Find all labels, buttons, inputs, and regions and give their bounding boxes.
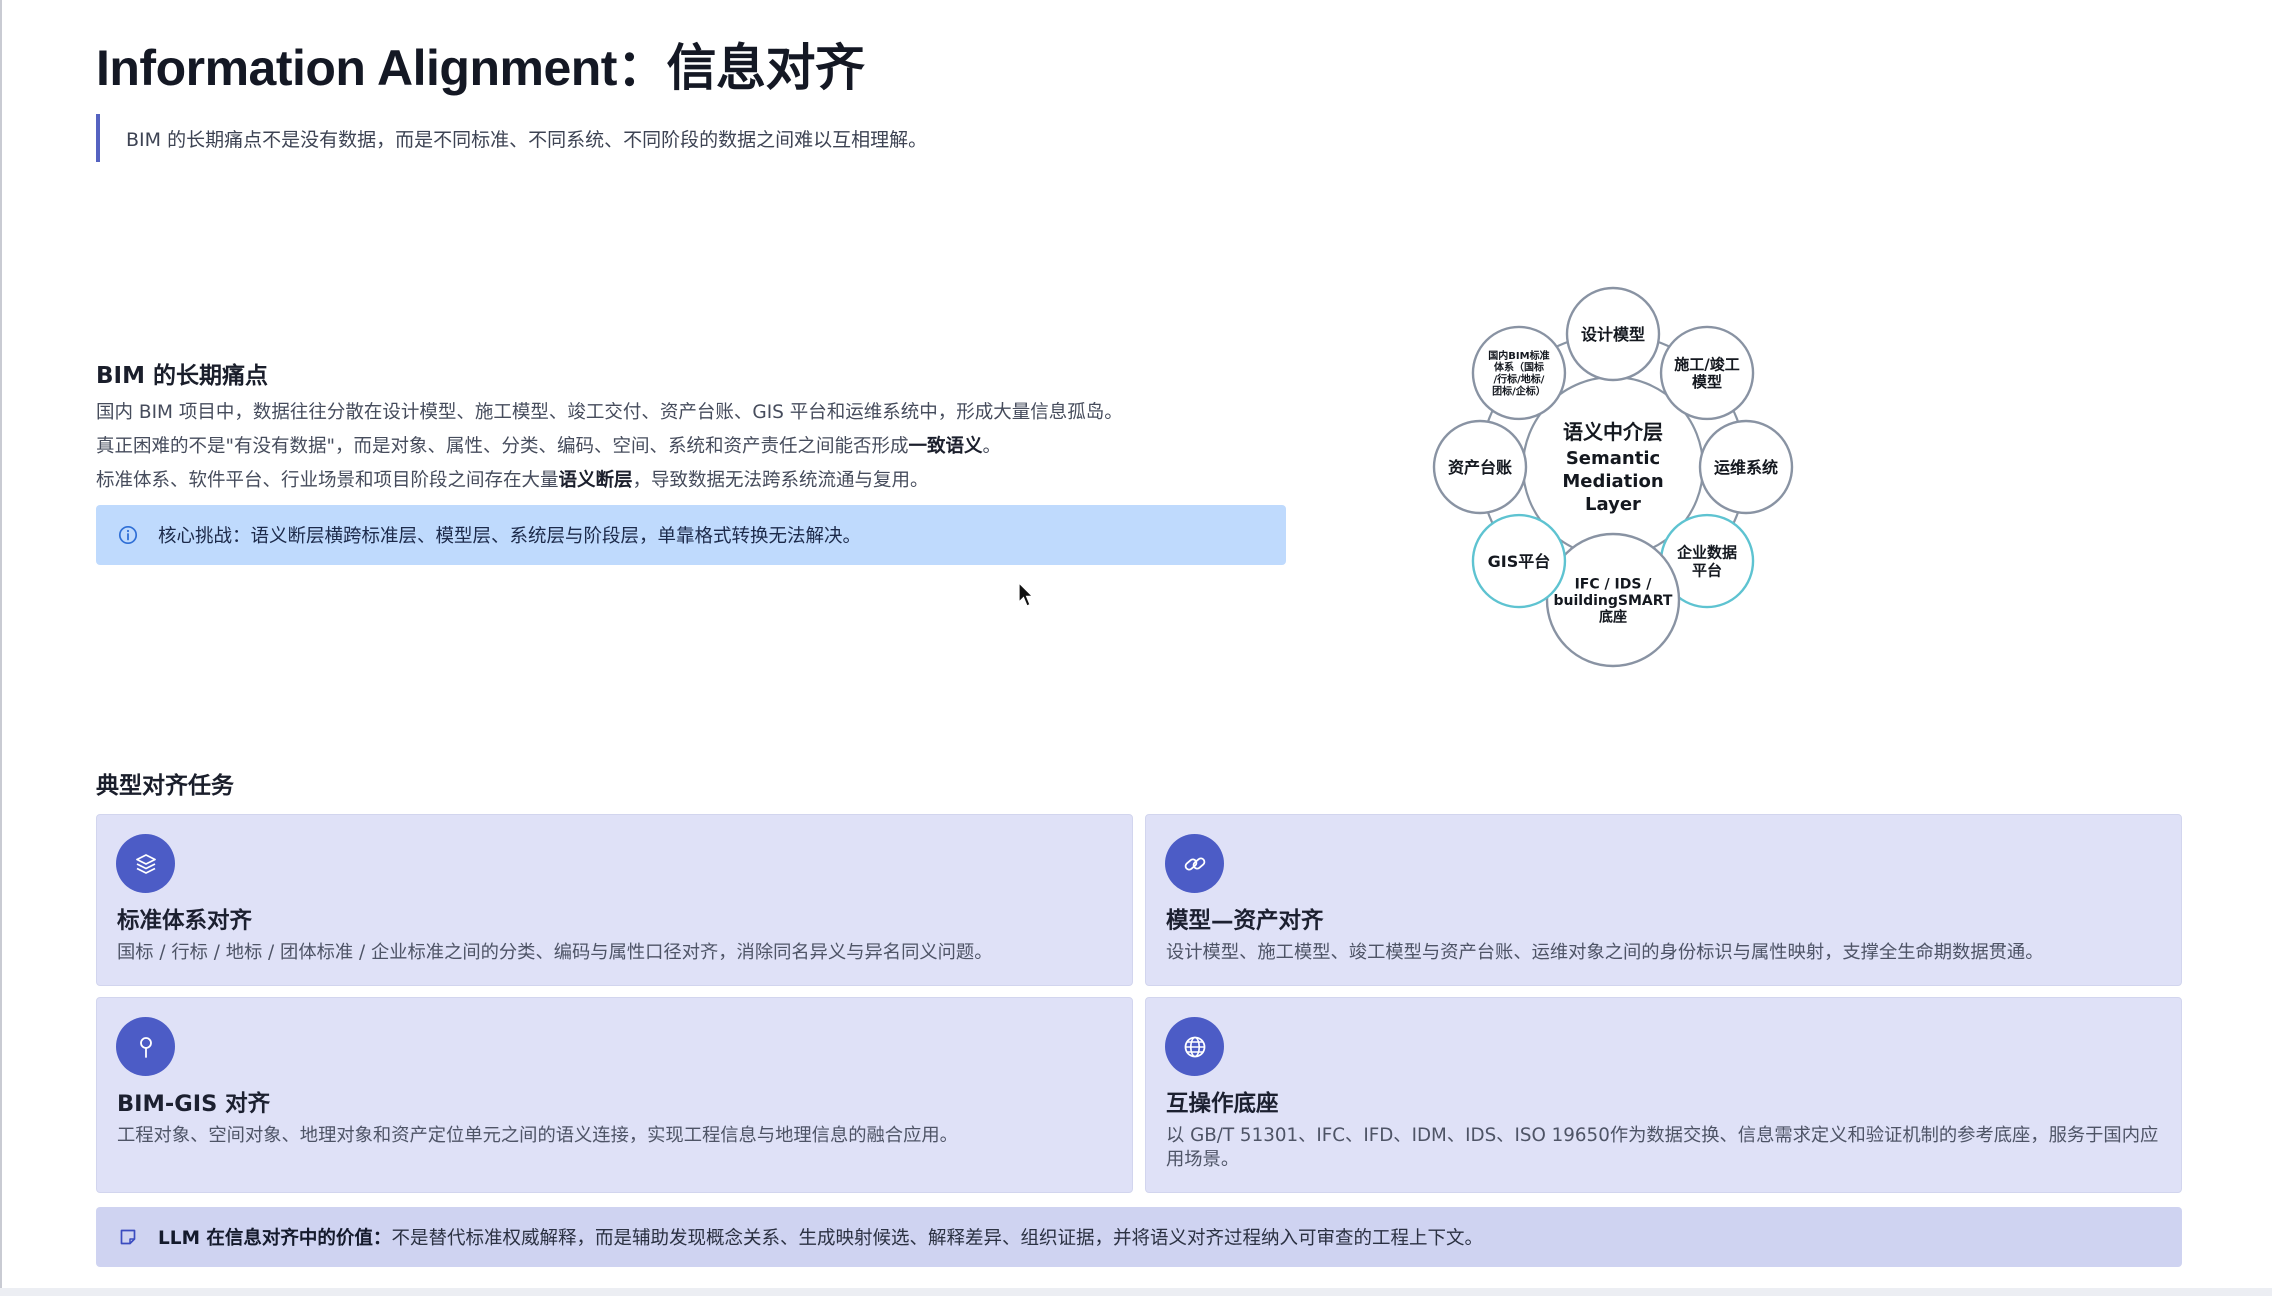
pain-heading: BIM 的长期痛点 bbox=[96, 363, 268, 389]
node-label-enterprise: 平台 bbox=[1692, 561, 1722, 579]
task-card-interop: 互操作底座 以 GB/T 51301、IFC、IFD、IDM、IDS、ISO 1… bbox=[1145, 997, 2182, 1193]
pain-paragraphs: 国内 BIM 项目中，数据往往分散在设计模型、施工模型、竣工交付、资产台账、GI… bbox=[96, 396, 1316, 498]
node-label-enterprise: 企业数据 bbox=[1676, 544, 1737, 562]
node-label-gis: GIS平台 bbox=[1488, 552, 1551, 571]
hub-label: Semantic bbox=[1566, 448, 1660, 469]
card-title: 互操作底座 bbox=[1166, 1091, 1279, 1117]
task-card-model-asset: 模型—资产对齐 设计模型、施工模型、竣工模型与资产台账、运维对象之间的身份标识与… bbox=[1145, 814, 2182, 986]
map-pin-icon bbox=[116, 1017, 175, 1076]
node-label-ifc: 底座 bbox=[1599, 609, 1627, 626]
mouse-cursor-icon bbox=[1018, 582, 1035, 607]
node-label-standards: 团标/企标） bbox=[1492, 384, 1546, 397]
hub-label: Mediation bbox=[1562, 471, 1663, 492]
pain-line-1: 国内 BIM 项目中，数据往往分散在设计模型、施工模型、竣工交付、资产台账、GI… bbox=[96, 402, 1123, 423]
lead-quote: BIM 的长期痛点不是没有数据，而是不同标准、不同系统、不同阶段的数据之间难以互… bbox=[96, 114, 927, 162]
callout-text: 核心挑战：语义断层横跨标准层、模型层、系统层与阶段层，单靠格式转换无法解决。 bbox=[158, 526, 862, 547]
llm-note-text: 不是替代标准权威解释，而是辅助发现概念关系、生成映射候选、解释差异、组织证据，并… bbox=[391, 1228, 1483, 1249]
node-label-standards: 体系（国标 bbox=[1494, 361, 1544, 374]
tasks-heading: 典型对齐任务 bbox=[96, 773, 234, 799]
page-title: Information Alignment：信息对齐 bbox=[96, 40, 865, 96]
pain-line-2-end: 。 bbox=[982, 436, 1002, 457]
node-label-construction: 施工/竣工 bbox=[1674, 356, 1739, 374]
pain-line-3: 标准体系、软件平台、行业场景和项目阶段之间存在大量语义断层，导致数据无法跨系统流… bbox=[96, 464, 1316, 498]
hub-label: Layer bbox=[1585, 494, 1641, 515]
card-description: 工程对象、空间对象、地理对象和资产定位单元之间的语义连接，实现工程信息与地理信息… bbox=[117, 1125, 958, 1146]
note-icon bbox=[120, 1229, 136, 1245]
node-label-design: 设计模型 bbox=[1581, 325, 1645, 344]
semantic-mediation-diagram: 语义中介层 SemanticMediationLayer 设计模型施工/竣工模型运维… bbox=[1432, 286, 1794, 668]
layers-icon bbox=[116, 834, 175, 893]
pain-line-2: 真正困难的不是"有没有数据"，而是对象、属性、分类、编码、空间、系统和资产责任之… bbox=[96, 430, 1316, 464]
task-card-bim-gis: BIM-GIS 对齐 工程对象、空间对象、地理对象和资产定位单元之间的语义连接，… bbox=[96, 997, 1133, 1193]
card-title: 模型—资产对齐 bbox=[1166, 908, 1324, 934]
node-label-om: 运维系统 bbox=[1714, 458, 1778, 477]
node-label-ifc: IFC / IDS / bbox=[1575, 577, 1653, 593]
hub-label: 语义中介层 bbox=[1563, 420, 1663, 444]
node-label-standards: /行标/地标/ bbox=[1493, 372, 1544, 385]
node-label-assets: 资产台账 bbox=[1448, 458, 1512, 477]
bottom-band bbox=[0, 1288, 2272, 1296]
node-label-ifc: buildingSMART bbox=[1554, 593, 1673, 609]
pain-line-3-end: ，导致数据无法跨系统流通与复用。 bbox=[632, 470, 929, 491]
llm-note-label: LLM 在信息对齐中的价值： bbox=[158, 1228, 392, 1249]
core-challenge-callout: 核心挑战：语义断层横跨标准层、模型层、系统层与阶段层，单靠格式转换无法解决。 bbox=[96, 505, 1286, 565]
lead-text: BIM 的长期痛点不是没有数据，而是不同标准、不同系统、不同阶段的数据之间难以互… bbox=[126, 128, 928, 151]
llm-value-note: LLM 在信息对齐中的价值： 不是替代标准权威解释，而是辅助发现概念关系、生成映… bbox=[96, 1207, 2182, 1267]
pain-line-3-text: 标准体系、软件平台、行业场景和项目阶段之间存在大量 bbox=[96, 470, 559, 491]
card-description: 设计模型、施工模型、竣工模型与资产台账、运维对象之间的身份标识与属性映射，支撑全… bbox=[1166, 942, 2044, 963]
node-label-standards: 国内BIM标准 bbox=[1488, 349, 1549, 362]
globe-icon bbox=[1165, 1017, 1224, 1076]
left-edge-rule bbox=[0, 0, 2, 1296]
pain-line-3-emphasis: 语义断层 bbox=[558, 470, 633, 491]
card-title: 标准体系对齐 bbox=[117, 908, 253, 934]
node-label-construction: 模型 bbox=[1692, 373, 1722, 391]
card-description: 国标 / 行标 / 地标 / 团体标准 / 企业标准之间的分类、编码与属性口径对… bbox=[117, 942, 993, 963]
pain-line-2-text: 真正困难的不是"有没有数据"，而是对象、属性、分类、编码、空间、系统和资产责任之… bbox=[96, 436, 909, 457]
info-icon bbox=[118, 525, 138, 545]
card-description: 以 GB/T 51301、IFC、IFD、IDM、IDS、ISO 19650作为… bbox=[1166, 1125, 2159, 1170]
link-icon bbox=[1165, 834, 1224, 893]
pain-line-2-emphasis: 一致语义 bbox=[908, 436, 983, 457]
task-card-standards: 标准体系对齐 国标 / 行标 / 地标 / 团体标准 / 企业标准之间的分类、编… bbox=[96, 814, 1133, 986]
card-title: BIM-GIS 对齐 bbox=[117, 1091, 271, 1117]
